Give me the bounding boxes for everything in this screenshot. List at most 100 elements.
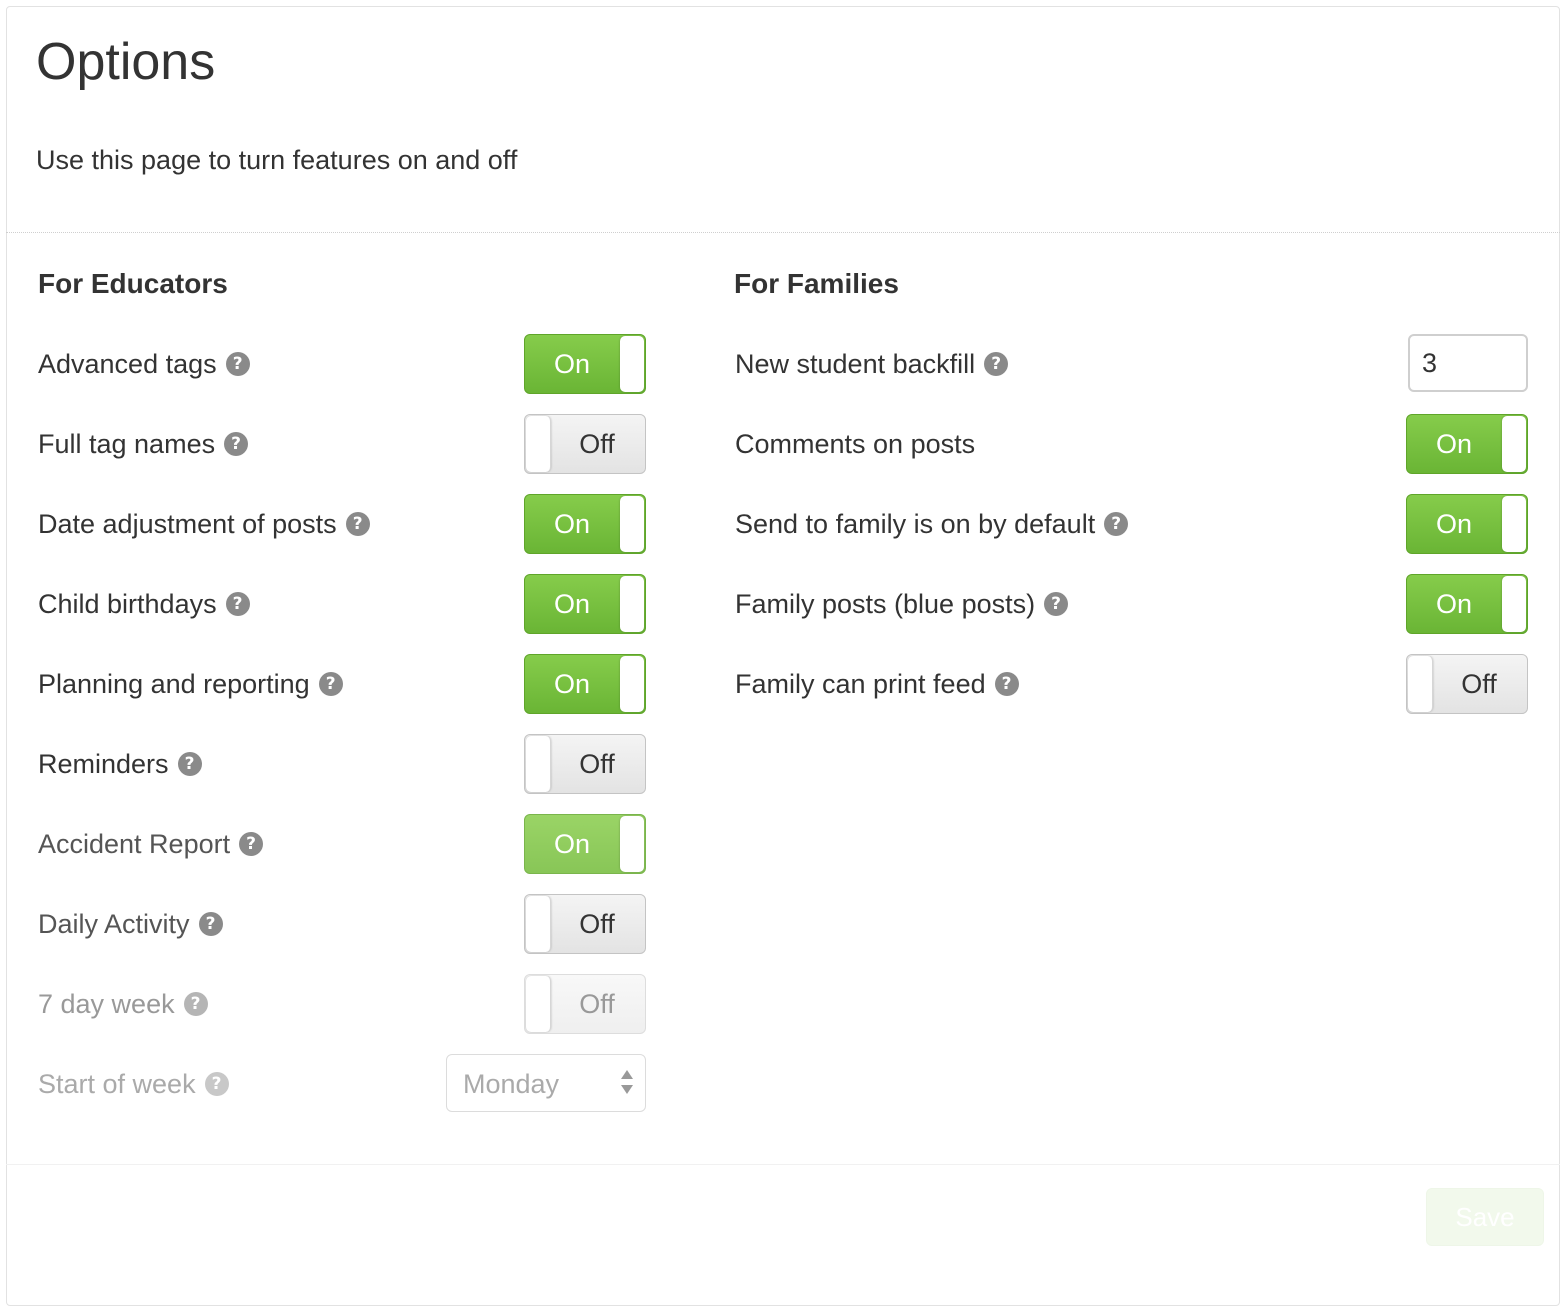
question-circle-icon[interactable]: ? — [198, 912, 223, 936]
toggle-daily-activity[interactable]: Off — [524, 894, 646, 954]
toggle-comments-on-posts[interactable]: On — [1406, 414, 1528, 474]
option-label-text: Daily Activity — [38, 909, 190, 939]
option-label: Family posts (blue posts) ? — [735, 584, 1069, 624]
option-label-text: 7 day week — [38, 989, 175, 1019]
select-value: Monday — [463, 1069, 560, 1099]
toggle-date-adjustment[interactable]: On — [524, 494, 646, 554]
option-row-full-tag-names: Full tag names ? Off — [38, 414, 646, 474]
toggle-state-label: On — [553, 669, 591, 699]
section-divider — [6, 232, 1560, 233]
toggle-send-to-family[interactable]: On — [1406, 494, 1528, 554]
toggle-knob — [1502, 576, 1526, 632]
option-label: Planning and reporting ? — [38, 664, 343, 704]
toggle-family-posts[interactable]: On — [1406, 574, 1528, 634]
toggle-state-label: On — [553, 509, 591, 539]
toggle-reminders[interactable]: Off — [524, 734, 646, 794]
save-button[interactable]: Save — [1426, 1188, 1544, 1246]
toggle-accident-report[interactable]: On — [524, 814, 646, 874]
question-circle-icon[interactable]: ? — [318, 672, 343, 696]
toggle-state-label: On — [553, 349, 591, 379]
question-circle-icon[interactable]: ? — [225, 592, 250, 616]
option-label-text: Family posts (blue posts) — [735, 589, 1036, 619]
toggle-state-label: On — [1435, 589, 1473, 619]
option-row-family-posts: Family posts (blue posts) ? On — [735, 574, 1528, 634]
toggle-family-print-feed[interactable]: Off — [1406, 654, 1528, 714]
toggle-state-label: On — [553, 589, 591, 619]
educators-heading: For Educators — [38, 268, 228, 299]
option-row-child-birthdays: Child birthdays ? On — [38, 574, 646, 634]
option-label-text: Family can print feed — [735, 669, 986, 699]
toggle-state-label: Off — [579, 749, 615, 779]
question-circle-icon[interactable]: ? — [994, 672, 1019, 696]
option-label: Daily Activity ? — [38, 904, 223, 944]
option-label: Reminders ? — [38, 744, 202, 784]
toggle-knob — [526, 416, 551, 472]
toggle-full-tag-names[interactable]: Off — [524, 414, 646, 474]
option-row-start-of-week: Start of week ? Monday — [38, 1054, 646, 1114]
toggle-knob — [526, 896, 551, 952]
option-label-text: Send to family is on by default — [735, 509, 1096, 539]
toggle-knob — [620, 576, 644, 632]
backfill-input[interactable] — [1408, 334, 1528, 392]
option-label-text: Child birthdays — [38, 589, 217, 619]
toggle-knob — [620, 336, 644, 392]
question-circle-icon[interactable]: ? — [183, 992, 208, 1016]
toggle-state-label: Off — [579, 909, 615, 939]
option-row-send-to-family: Send to family is on by default ? On — [735, 494, 1528, 554]
question-circle-icon[interactable]: ? — [239, 832, 264, 856]
option-label: Date adjustment of posts ? — [38, 504, 370, 544]
option-row-planning-reporting: Planning and reporting ? On — [38, 654, 646, 714]
question-circle-icon[interactable]: ? — [984, 352, 1009, 376]
option-label-text: Planning and reporting — [38, 669, 310, 699]
toggle-7-day-week[interactable]: Off — [524, 974, 646, 1034]
option-label-text: New student backfill — [735, 349, 976, 379]
option-row-comments-on-posts: Comments on posts On — [735, 414, 1528, 474]
toggle-knob — [526, 736, 551, 792]
option-label: Comments on posts — [735, 424, 975, 464]
start-of-week-select[interactable]: Monday — [446, 1054, 646, 1112]
toggle-child-birthdays[interactable]: On — [524, 574, 646, 634]
toggle-knob — [526, 976, 551, 1032]
option-label: Send to family is on by default ? — [735, 504, 1129, 544]
page-title: Options — [36, 33, 216, 91]
toggle-advanced-tags[interactable]: On — [524, 334, 646, 394]
toggle-knob — [620, 496, 644, 552]
toggle-state-label: On — [553, 829, 591, 859]
option-row-advanced-tags: Advanced tags ? On — [38, 334, 646, 394]
page-subtitle: Use this page to turn features on and of… — [36, 145, 518, 175]
toggle-knob — [1502, 416, 1526, 472]
question-circle-icon[interactable]: ? — [224, 432, 249, 456]
toggle-knob — [620, 816, 644, 872]
option-label-text: Full tag names — [38, 429, 216, 459]
option-row-7-day-week: 7 day week ? Off — [38, 974, 646, 1034]
toggle-knob — [1408, 656, 1433, 712]
toggle-state-label: On — [1435, 429, 1473, 459]
up-down-arrows-icon — [621, 1068, 635, 1100]
question-circle-icon[interactable]: ? — [225, 352, 250, 376]
footer-divider — [6, 1164, 1560, 1165]
question-circle-icon[interactable]: ? — [204, 1072, 229, 1096]
families-heading: For Families — [734, 268, 899, 299]
option-row-family-print-feed: Family can print feed ? Off — [735, 654, 1528, 714]
option-label: Full tag names ? — [38, 424, 249, 464]
toggle-planning-reporting[interactable]: On — [524, 654, 646, 714]
toggle-state-label: On — [1435, 509, 1473, 539]
option-row-accident-report: Accident Report ? On — [38, 814, 646, 874]
toggle-knob — [1502, 496, 1526, 552]
option-label: Start of week ? — [38, 1064, 229, 1104]
question-circle-icon[interactable]: ? — [345, 512, 370, 536]
option-row-reminders: Reminders ? Off — [38, 734, 646, 794]
option-label-text: Accident Report — [38, 829, 231, 859]
option-label: Accident Report ? — [38, 824, 264, 864]
option-label-text: Comments on posts — [735, 429, 976, 459]
question-circle-icon[interactable]: ? — [1104, 512, 1129, 536]
toggle-knob — [620, 656, 644, 712]
question-circle-icon[interactable]: ? — [1044, 592, 1069, 616]
question-circle-icon[interactable]: ? — [177, 752, 202, 776]
option-label: Child birthdays ? — [38, 584, 250, 624]
option-label: Advanced tags ? — [38, 344, 250, 384]
toggle-state-label: Off — [579, 429, 615, 459]
toggle-state-label: Off — [579, 989, 615, 1019]
option-label: 7 day week ? — [38, 984, 208, 1024]
option-label-text: Start of week — [38, 1069, 196, 1099]
